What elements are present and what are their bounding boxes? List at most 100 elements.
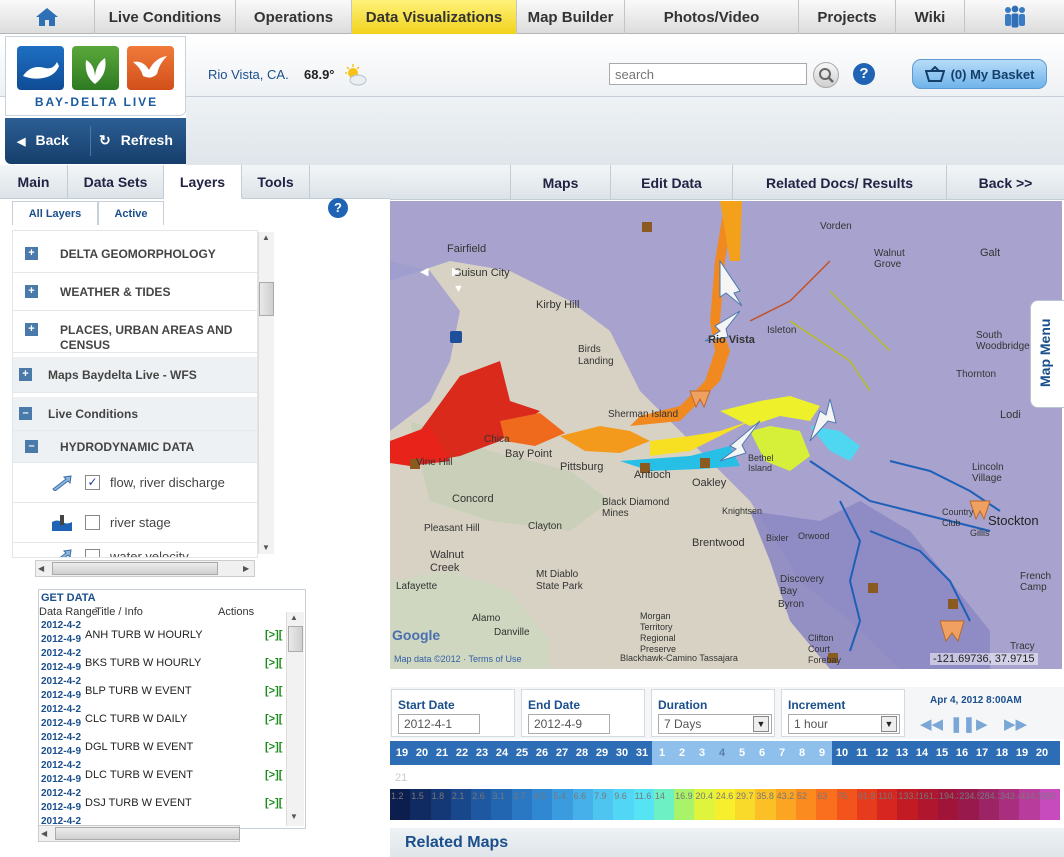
nav-map-builder[interactable]: Map Builder — [517, 0, 625, 34]
day-cell[interactable]: 26 — [532, 741, 552, 765]
increment-select[interactable]: 1 hour ▼ — [788, 714, 900, 734]
map-attribution[interactable]: Map data ©2012 · Terms of Use — [394, 654, 522, 664]
expand-icon[interactable]: + — [25, 247, 38, 260]
scroll-up-icon[interactable]: ▲ — [262, 233, 270, 242]
layer-group-hydrodynamic[interactable]: – HYDRODYNAMIC DATA — [13, 431, 257, 463]
layer-item-river-stage[interactable]: river stage — [13, 503, 257, 543]
map-menu-button[interactable]: Map Menu — [1030, 300, 1064, 408]
day-cell[interactable]: 21 — [432, 741, 452, 765]
row-action[interactable]: [>][ — [265, 629, 282, 641]
rewind-icon[interactable]: ◀◀ — [920, 715, 943, 733]
map-pan-control[interactable]: ◀ ▶ ▼ — [420, 263, 470, 303]
day-cell[interactable]: 27 — [552, 741, 572, 765]
day-cell[interactable]: 13 — [892, 741, 912, 765]
search-button[interactable] — [813, 62, 839, 88]
row-action[interactable]: [>][ — [265, 797, 282, 809]
day-cell[interactable]: 30 — [612, 741, 632, 765]
get-data-horizontal-scrollbar[interactable]: ◀ — [38, 825, 240, 842]
day-cell[interactable]: 5 — [732, 741, 752, 765]
day-cell[interactable]: 16 — [952, 741, 972, 765]
row-action[interactable]: [>][ — [265, 685, 282, 697]
pause-icon[interactable]: ❚❚ — [950, 715, 975, 733]
help-button[interactable]: ? — [853, 63, 875, 85]
day-cell[interactable]: 22 — [452, 741, 472, 765]
day-cell[interactable]: 6 — [752, 741, 772, 765]
community-button[interactable] — [965, 0, 1064, 34]
row-action[interactable]: [>][ — [265, 657, 282, 669]
nav-live-conditions[interactable]: Live Conditions — [95, 0, 236, 34]
day-cell[interactable]: 9 — [812, 741, 832, 765]
collapse-icon[interactable]: – — [25, 440, 38, 453]
scroll-down-icon[interactable]: ▼ — [262, 543, 270, 552]
tab-all-layers[interactable]: All Layers — [12, 201, 98, 225]
river-stage-checkbox[interactable] — [85, 515, 100, 530]
row-title[interactable]: DGL TURB W EVENT — [85, 741, 193, 753]
layer-group-weather-tides[interactable]: + WEATHER & TIDES — [13, 273, 257, 311]
flow-checkbox[interactable]: ✓ — [85, 475, 100, 490]
day-cell[interactable]: 15 — [932, 741, 952, 765]
day-cell[interactable]: 8 — [792, 741, 812, 765]
layer-group-delta-geomorphology[interactable]: + DELTA GEOMORPHOLOGY — [13, 235, 257, 273]
tab-active[interactable]: Active — [98, 201, 164, 225]
day-cell[interactable]: 4 — [712, 741, 732, 765]
get-data-scroll-thumb[interactable] — [288, 626, 303, 652]
nav-data-visualizations[interactable]: Data Visualizations — [352, 0, 517, 34]
day-cell[interactable]: 11 — [852, 741, 872, 765]
nav-projects[interactable]: Projects — [799, 0, 896, 34]
nav-wiki[interactable]: Wiki — [896, 0, 965, 34]
tab-tools[interactable]: Tools — [242, 165, 310, 199]
scroll-right-icon[interactable]: ▶ — [243, 564, 249, 573]
collapse-icon[interactable]: – — [19, 407, 32, 420]
my-basket-button[interactable]: (0) My Basket — [912, 59, 1047, 89]
expand-icon[interactable]: + — [19, 368, 32, 381]
fast-forward-icon[interactable]: ▶▶ — [1004, 715, 1027, 733]
row-action[interactable]: [>][ — [265, 713, 282, 725]
day-cell[interactable]: 1 — [652, 741, 672, 765]
scroll-left-icon[interactable]: ◀ — [41, 829, 47, 838]
day-cell[interactable]: 19 — [1012, 741, 1032, 765]
day-cell[interactable]: 14 — [912, 741, 932, 765]
day-cell[interactable]: 3 — [692, 741, 712, 765]
day-cell[interactable]: 20 — [1032, 741, 1052, 765]
bay-delta-live-logo[interactable]: BAY-DELTA LIVE — [5, 36, 186, 116]
row-title[interactable]: BLP TURB W EVENT — [85, 685, 192, 697]
expand-icon[interactable]: + — [25, 323, 38, 336]
tab-data-sets[interactable]: Data Sets — [68, 165, 164, 199]
play-icon[interactable]: ▶ — [976, 715, 988, 733]
pan-right-icon[interactable]: ▶ — [452, 265, 460, 278]
back-button[interactable]: ◀ Back — [17, 132, 69, 148]
day-cell[interactable]: 29 — [592, 741, 612, 765]
expand-icon[interactable]: + — [25, 285, 38, 298]
day-cell[interactable]: 23 — [472, 741, 492, 765]
row-title[interactable]: DLC TURB W EVENT — [85, 769, 193, 781]
row-title[interactable]: BKS TURB W HOURLY — [85, 657, 201, 669]
layer-group-maps-wfs[interactable]: + Maps Baydelta Live - WFS — [13, 357, 257, 393]
tab-layers[interactable]: Layers — [164, 165, 242, 199]
row-action[interactable]: [>][ — [265, 741, 282, 753]
tab-related-docs[interactable]: Related Docs/ Results — [732, 165, 946, 200]
row-action[interactable]: [>][ — [265, 769, 282, 781]
day-cell[interactable]: 2 — [672, 741, 692, 765]
day-cell[interactable]: 24 — [492, 741, 512, 765]
day-cell[interactable]: 7 — [772, 741, 792, 765]
day-cell[interactable]: 12 — [872, 741, 892, 765]
layers-help-button[interactable]: ? — [328, 198, 348, 218]
layer-group-places[interactable]: + PLACES, URBAN AREAS AND CENSUS — [13, 311, 257, 353]
layers-horizontal-scrollbar[interactable]: ◀ ▶ — [35, 560, 255, 577]
day-cell[interactable]: 17 — [972, 741, 992, 765]
h-scroll-thumb[interactable] — [52, 562, 218, 575]
home-button[interactable] — [0, 0, 95, 34]
day-cell[interactable]: 28 — [572, 741, 592, 765]
layer-group-live-conditions[interactable]: – Live Conditions — [13, 397, 257, 431]
layers-scroll-thumb[interactable] — [259, 282, 274, 316]
map-view[interactable]: Fairfield Suisun City Kirby Hill Birds L… — [390, 201, 1062, 669]
row-title[interactable]: DSJ TURB W EVENT — [85, 797, 192, 809]
tab-back[interactable]: Back >> — [946, 165, 1064, 200]
get-data-scrollbar[interactable]: ▲ ▼ — [286, 612, 304, 826]
day-cell[interactable]: 18 — [992, 741, 1012, 765]
layer-item-flow[interactable]: ✓ flow, river discharge — [13, 463, 257, 503]
pan-down-icon[interactable]: ▼ — [453, 283, 464, 295]
day-cell[interactable]: 20 — [412, 741, 432, 765]
velocity-checkbox[interactable] — [85, 549, 100, 557]
layer-item-velocity[interactable]: water velocity — [13, 543, 257, 557]
